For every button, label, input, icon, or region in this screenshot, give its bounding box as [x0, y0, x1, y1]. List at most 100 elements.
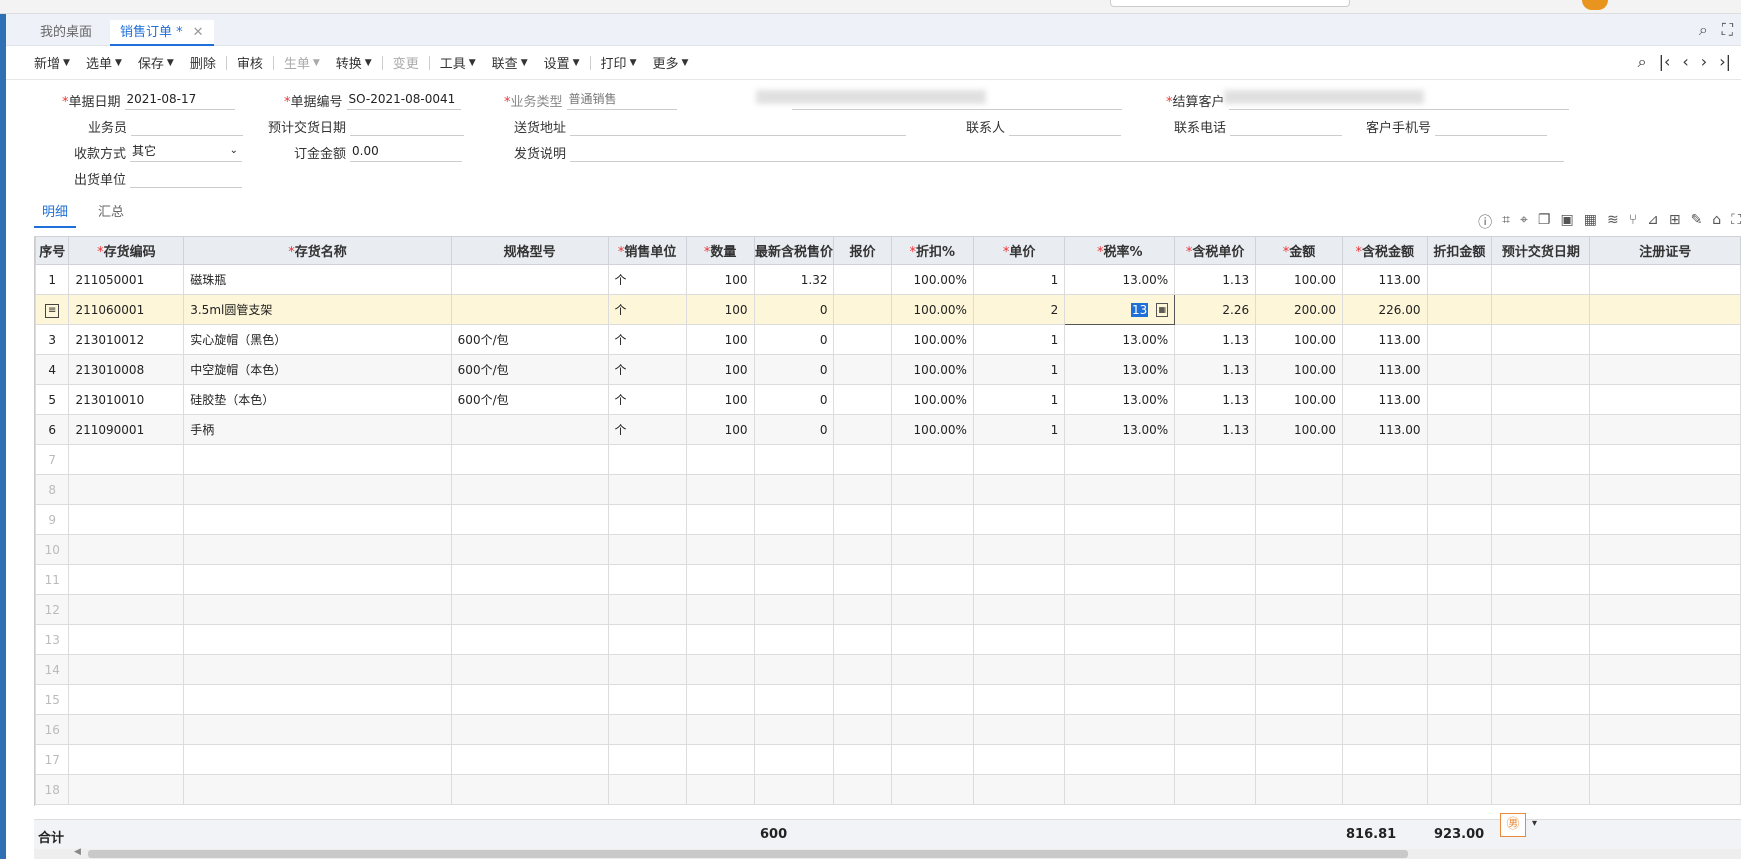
- table-row[interactable]: 11: [35, 564, 1741, 595]
- payment-select[interactable]: 其它 ⌄: [130, 140, 243, 162]
- edit-icon[interactable]: ✎: [1691, 212, 1703, 232]
- cell-empty[interactable]: [183, 534, 452, 565]
- cell-empty[interactable]: [1426, 534, 1493, 565]
- cell-price[interactable]: 1: [972, 384, 1066, 415]
- cell-empty[interactable]: [1174, 684, 1257, 715]
- cell-empty[interactable]: [1174, 594, 1257, 625]
- cell-empty[interactable]: [607, 744, 687, 775]
- cell-tax[interactable]: 13.00%: [1064, 354, 1176, 385]
- cell-tax[interactable]: 13.00%: [1064, 264, 1176, 295]
- cell-empty[interactable]: [1426, 474, 1493, 505]
- table-row[interactable]: 15: [35, 684, 1741, 715]
- ship-unit-field[interactable]: [130, 166, 243, 188]
- cell-empty[interactable]: [607, 444, 687, 475]
- cell-empty[interactable]: [183, 444, 452, 475]
- cell-empty[interactable]: [753, 744, 835, 775]
- cell-unit[interactable]: 个: [607, 264, 687, 295]
- cell-spec[interactable]: [450, 414, 609, 445]
- cell-spec[interactable]: 600个/包: [450, 354, 609, 385]
- tab-summary[interactable]: 汇总: [90, 202, 132, 228]
- cell-price[interactable]: 1: [972, 264, 1066, 295]
- col-header[interactable]: *存货名称: [183, 236, 452, 265]
- col-header[interactable]: *销售单位: [607, 236, 687, 265]
- cell-empty[interactable]: [1426, 414, 1493, 445]
- table-row[interactable]: 9: [35, 504, 1741, 535]
- cell-empty[interactable]: [183, 654, 452, 685]
- salesman-field[interactable]: [131, 114, 244, 136]
- cell-empty[interactable]: [753, 714, 835, 745]
- cell-unit[interactable]: 个: [607, 324, 687, 355]
- scrollbar-thumb[interactable]: [88, 850, 1408, 858]
- contact-field[interactable]: [1009, 114, 1122, 136]
- global-search-input[interactable]: [1110, 0, 1350, 7]
- expected-date-field[interactable]: [350, 114, 465, 136]
- cell-empty[interactable]: [685, 624, 755, 655]
- cell-code[interactable]: 211050001: [68, 264, 185, 295]
- cell-taxamount[interactable]: 113.00: [1341, 354, 1428, 385]
- cell-empty[interactable]: [450, 474, 609, 505]
- cell-empty[interactable]: [1341, 714, 1428, 745]
- phone-field[interactable]: [1230, 114, 1343, 136]
- cell-empty[interactable]: [1491, 684, 1591, 715]
- cell-empty[interactable]: [1174, 504, 1257, 535]
- cell-empty[interactable]: [890, 474, 974, 505]
- cell-amount[interactable]: 200.00: [1255, 294, 1343, 325]
- cell-empty[interactable]: [1491, 474, 1591, 505]
- cell-code[interactable]: 211060001: [68, 294, 185, 325]
- cell-empty[interactable]: [685, 474, 755, 505]
- cell-price[interactable]: 1: [972, 414, 1066, 445]
- cell-empty[interactable]: [685, 654, 755, 685]
- cell-empty[interactable]: [1174, 444, 1257, 475]
- cell-empty[interactable]: [890, 654, 974, 685]
- cell-empty[interactable]: [1589, 444, 1741, 475]
- cell-empty[interactable]: [1064, 474, 1176, 505]
- cell-empty[interactable]: [972, 594, 1066, 625]
- cell-empty[interactable]: [1589, 654, 1741, 685]
- cell-amount[interactable]: 100.00: [1255, 384, 1343, 415]
- cell-empty[interactable]: [1174, 564, 1257, 595]
- cell-empty[interactable]: [450, 774, 609, 805]
- table-row[interactable]: 10: [35, 534, 1741, 565]
- cell-empty[interactable]: [1341, 534, 1428, 565]
- cell-empty[interactable]: [607, 474, 687, 505]
- cell-empty[interactable]: [1341, 774, 1428, 805]
- cell-empty[interactable]: [607, 534, 687, 565]
- cell-empty[interactable]: [1174, 534, 1257, 565]
- cell-empty[interactable]: [685, 564, 755, 595]
- cell-empty[interactable]: [685, 504, 755, 535]
- deposit-field[interactable]: 0.00: [350, 140, 463, 162]
- cell-quote[interactable]: [833, 414, 892, 445]
- cell-empty[interactable]: [1589, 714, 1741, 745]
- customer-name-field[interactable]: [792, 88, 1122, 110]
- row-handle-icon[interactable]: ≡: [45, 303, 60, 318]
- cell-taxamount[interactable]: 113.00: [1341, 384, 1428, 415]
- col-header[interactable]: 规格型号: [450, 236, 609, 265]
- col-header[interactable]: *金额: [1255, 236, 1343, 265]
- cell-qty[interactable]: 100: [685, 384, 755, 415]
- col-header[interactable]: 注册证号: [1589, 236, 1741, 265]
- cell-empty[interactable]: [1491, 534, 1591, 565]
- cell-empty[interactable]: [890, 444, 974, 475]
- cell-empty[interactable]: [1491, 354, 1591, 385]
- cell-spec[interactable]: [450, 264, 609, 295]
- cell-empty[interactable]: [68, 444, 185, 475]
- cell-empty[interactable]: [1491, 414, 1591, 445]
- new-button[interactable]: 新增 ▼: [26, 52, 78, 74]
- cell-code[interactable]: 213010012: [68, 324, 185, 355]
- cell-empty[interactable]: [833, 534, 892, 565]
- cell-empty[interactable]: [1491, 324, 1591, 355]
- cell-empty[interactable]: [1064, 564, 1176, 595]
- cell-tax[interactable]: 13.00%: [1064, 414, 1176, 445]
- format-icon[interactable]: ≋: [1607, 212, 1619, 232]
- last-record-icon[interactable]: ›|: [1719, 52, 1731, 72]
- cell-disc[interactable]: 100.00%: [890, 264, 974, 295]
- col-header[interactable]: *折扣%: [890, 236, 974, 265]
- cell-empty[interactable]: [1426, 654, 1493, 685]
- cell-empty[interactable]: [1341, 444, 1428, 475]
- cell-disc[interactable]: 100.00%: [890, 354, 974, 385]
- table-row[interactable]: ≡ 211060001 3.5ml圆管支架个 100 0 100.00% 2 13 ▦ 2.26 2…: [35, 294, 1741, 325]
- zoom-icon[interactable]: ⌕: [1638, 52, 1647, 72]
- cell-empty[interactable]: [1174, 744, 1257, 775]
- cell-empty[interactable]: [972, 624, 1066, 655]
- cell-empty[interactable]: [68, 684, 185, 715]
